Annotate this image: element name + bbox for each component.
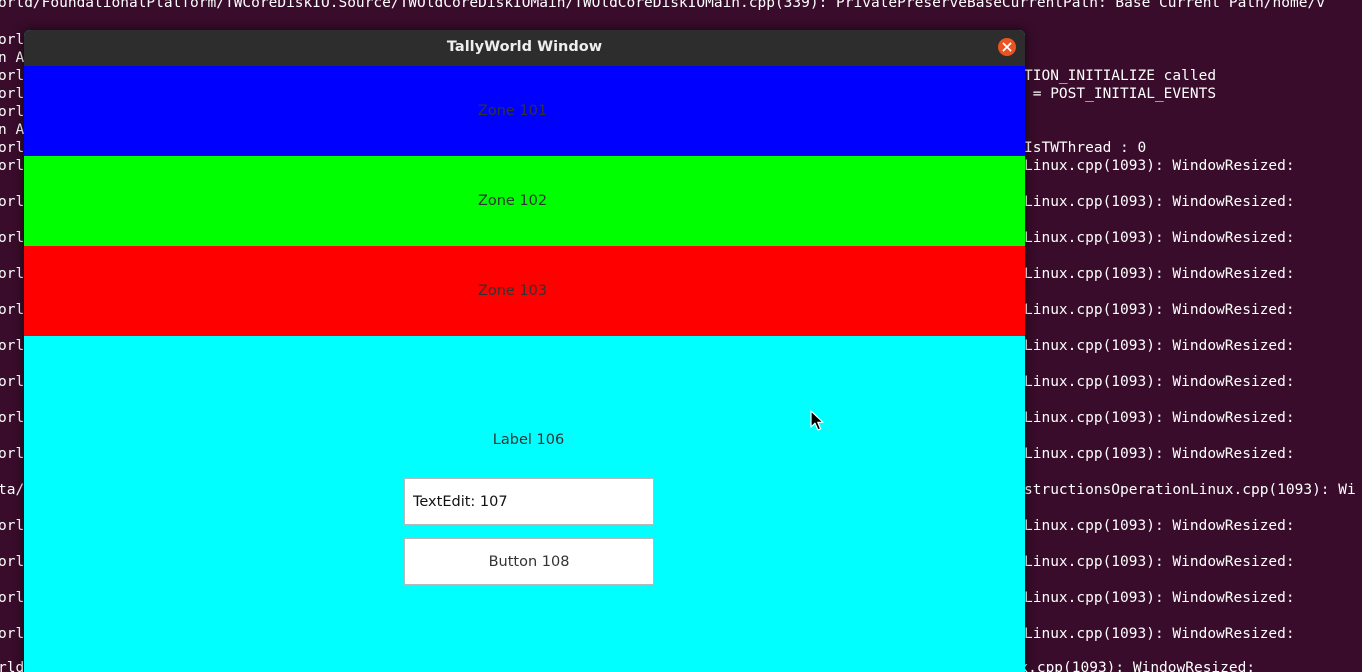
zone-103: Zone 103 [24, 246, 1025, 336]
terminal-line: orl [0, 230, 25, 246]
terminal-line: orl [0, 446, 25, 462]
zone-101-label: Zone 101 [477, 103, 548, 119]
terminal-line: orl [0, 374, 25, 390]
terminal-line: orl [0, 158, 25, 174]
close-icon [1002, 42, 1012, 52]
terminal-line: Linux.cpp(1093): WindowResized: [1024, 518, 1295, 534]
terminal-line: Linux.cpp(1093): WindowResized: [1024, 410, 1295, 426]
terminal-line: orl [0, 140, 25, 156]
terminal-line: Linux.cpp(1093): WindowResized: [1024, 626, 1295, 642]
terminal-line: orld/FoundationalPlatform/TWCoreDiskIO.S… [0, 0, 1325, 11]
terminal-line: Linux.cpp(1093): WindowResized: [1024, 554, 1295, 570]
terminal-line: orl [0, 338, 25, 354]
zone-102: Zone 102 [24, 156, 1025, 246]
terminal-line: orl [0, 68, 25, 84]
zone-102-label: Zone 102 [477, 193, 548, 209]
terminal-line: Linux.cpp(1093): WindowResized: [1024, 446, 1295, 462]
button-108[interactable]: Button 108 [404, 538, 654, 585]
tallyworld-window[interactable]: TallyWorld Window Zone 101 Zone 102 Zone… [24, 30, 1025, 672]
terminal-line: structionsOperationLinux.cpp(1093): Wi [1024, 482, 1356, 498]
terminal-line: orl [0, 554, 25, 570]
window-titlebar[interactable]: TallyWorld Window [24, 30, 1025, 66]
zone-101: Zone 101 [24, 66, 1025, 156]
terminal-line: orl [0, 104, 25, 120]
terminal-line: orl [0, 410, 25, 426]
terminal-line: TION_INITIALIZE called [1024, 68, 1217, 84]
terminal-line: orl [0, 302, 25, 318]
terminal-line: orl [0, 32, 25, 48]
zone-103-label: Zone 103 [477, 283, 548, 299]
terminal-line: Linux.cpp(1093): WindowResized: [1024, 374, 1295, 390]
terminal-line: = POST_INITIAL_EVENTS [1024, 86, 1217, 102]
close-button[interactable] [998, 38, 1016, 56]
window-title: TallyWorld Window [446, 39, 603, 55]
terminal-line: Linux.cpp(1093): WindowResized: [1024, 302, 1295, 318]
textedit-107[interactable] [404, 478, 654, 525]
terminal-line: IsTWThread : 0 [1024, 140, 1147, 156]
terminal-line: Linux.cpp(1093): WindowResized: [1024, 338, 1295, 354]
terminal-line: n A [0, 50, 25, 66]
mouse-pointer-icon [810, 410, 824, 431]
terminal-line: orl [0, 590, 25, 606]
terminal-line: ta/ [0, 482, 25, 498]
terminal-line: orl [0, 626, 25, 642]
terminal-line: Linux.cpp(1093): WindowResized: [1024, 158, 1295, 174]
terminal-line: orl [0, 518, 25, 534]
terminal-line: orl [0, 194, 25, 210]
terminal-line: Linux.cpp(1093): WindowResized: [1024, 194, 1295, 210]
terminal-line: Linux.cpp(1093): WindowResized: [1024, 590, 1295, 606]
terminal-line: orl [0, 86, 25, 102]
terminal-line: Linux.cpp(1093): WindowResized: [1024, 266, 1295, 282]
terminal-line: n A [0, 122, 25, 138]
label-106: Label 106 [492, 432, 565, 448]
terminal-line: orl [0, 266, 25, 282]
terminal-line: Linux.cpp(1093): WindowResized: [1024, 230, 1295, 246]
